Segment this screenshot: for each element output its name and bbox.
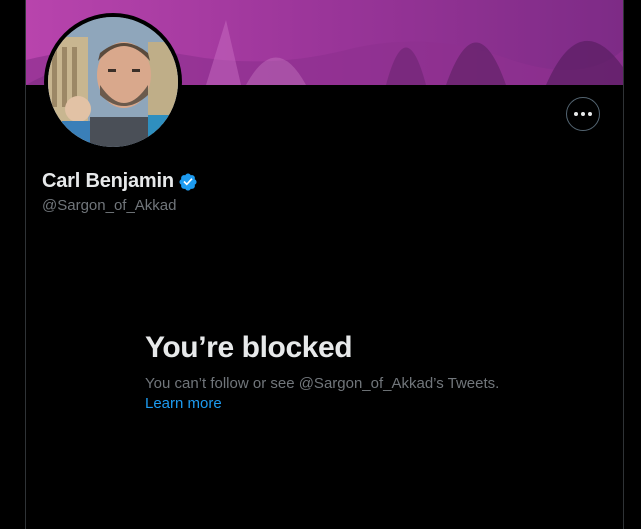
profile-name-row: Carl Benjamin [42,170,198,193]
profile-column: Carl Benjamin @Sargon_of_Akkad You’re bl… [25,0,624,529]
profile-handle: @Sargon_of_Akkad [42,197,177,214]
more-options-button[interactable] [566,97,600,131]
blocked-title: You’re blocked [145,331,353,364]
display-name: Carl Benjamin [42,170,174,192]
profile-page: Carl Benjamin @Sargon_of_Akkad You’re bl… [0,0,641,529]
learn-more-link[interactable]: Learn more [145,394,222,414]
blocked-message: You can’t follow or see @Sargon_of_Akkad… [145,375,500,392]
verified-badge-icon[interactable] [178,172,198,192]
profile-avatar[interactable] [44,13,182,151]
blocked-notice: You’re blocked You can’t follow or see @… [145,330,525,414]
avatar-photo [48,17,178,147]
more-options-icon [574,112,592,116]
